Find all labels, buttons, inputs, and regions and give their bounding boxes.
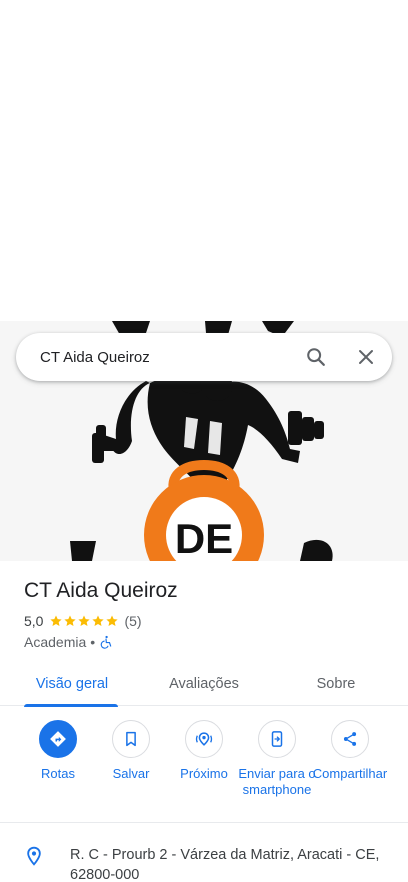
- share-label: Compartilhar: [312, 766, 388, 781]
- star-icon: [106, 615, 119, 627]
- blank-top-area: [0, 0, 408, 321]
- place-title: CT Aida Queiroz: [24, 579, 178, 602]
- close-icon: [359, 350, 373, 364]
- star-icon: [64, 615, 77, 627]
- tab-about[interactable]: Sobre: [264, 662, 408, 706]
- tab-overview[interactable]: Visão geral: [0, 662, 144, 707]
- logo-text: DE: [175, 515, 233, 561]
- address-row[interactable]: R. C - Prourb 2 - Várzea da Matriz, Arac…: [0, 845, 408, 882]
- search-input[interactable]: CT Aida Queiroz: [16, 349, 292, 366]
- send-to-phone-button[interactable]: Enviar para o smartphone: [237, 720, 317, 798]
- share-circle: [331, 720, 369, 758]
- directions-icon: [50, 731, 66, 747]
- close-button[interactable]: [340, 333, 392, 381]
- category-label: Academia: [24, 634, 87, 650]
- bookmark-icon: [126, 731, 136, 747]
- tab-reviews[interactable]: Avaliações: [144, 662, 264, 706]
- search-bar[interactable]: CT Aida Queiroz: [16, 333, 392, 381]
- search-icon: [307, 348, 325, 366]
- action-buttons: Rotas Salvar Próximo Enviar para o smart…: [0, 720, 408, 816]
- location-pin-icon: [27, 846, 41, 866]
- rating-value: 5,0: [24, 613, 44, 629]
- directions-button[interactable]: Rotas: [18, 720, 98, 782]
- nearby-icon: [195, 732, 213, 746]
- star-icon: [50, 615, 63, 627]
- send-to-phone-icon: [271, 731, 283, 747]
- directions-circle: [39, 720, 77, 758]
- nearby-circle: [185, 720, 223, 758]
- star-icon: [78, 615, 91, 627]
- star-rating: [49, 614, 119, 628]
- address-text: R. C - Prourb 2 - Várzea da Matriz, Arac…: [70, 847, 380, 882]
- star-icon: [92, 615, 105, 627]
- nearby-button[interactable]: Próximo: [164, 720, 244, 782]
- save-label: Salvar: [112, 766, 150, 781]
- save-circle: [112, 720, 150, 758]
- share-icon: [343, 732, 357, 746]
- send-to-phone-label: Enviar para o smartphone: [238, 766, 316, 797]
- save-button[interactable]: Salvar: [91, 720, 171, 782]
- divider: [0, 822, 408, 823]
- search-button[interactable]: [292, 333, 340, 381]
- directions-label: Rotas: [41, 766, 75, 781]
- nearby-label: Próximo: [180, 766, 228, 781]
- wheelchair-accessible-icon[interactable]: [99, 635, 113, 649]
- address-icon-wrap: [0, 845, 70, 882]
- separator: •: [90, 634, 96, 650]
- send-to-phone-circle: [258, 720, 296, 758]
- tab-bar: Visão geral Avaliações Sobre: [0, 662, 408, 707]
- share-button[interactable]: Compartilhar: [310, 720, 390, 782]
- category-row: Academia •: [24, 634, 113, 650]
- rating-row[interactable]: 5,0 (5): [24, 613, 142, 629]
- review-count[interactable]: (5): [124, 613, 141, 629]
